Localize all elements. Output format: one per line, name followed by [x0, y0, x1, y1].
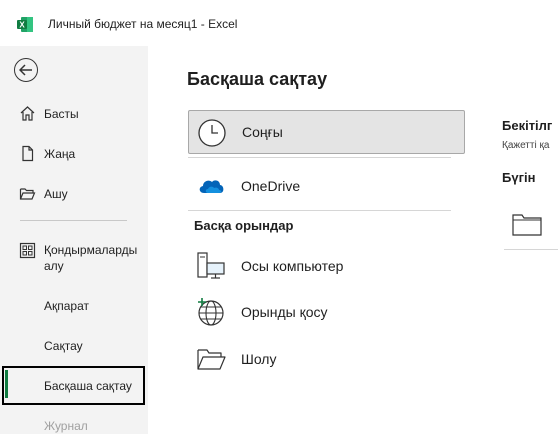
nav-item-label: Журнал [44, 419, 88, 433]
nav-divider [20, 220, 127, 221]
location-label: Осы компьютер [241, 258, 344, 274]
home-icon [20, 106, 35, 121]
backstage-nav: Басты Жаңа Ашу Қондырмаларды алу Ақпарат… [0, 46, 148, 434]
back-arrow-icon [19, 64, 32, 76]
open-folder-icon [19, 188, 36, 200]
today-heading: Бүгін [502, 170, 536, 185]
nav-item-info[interactable]: Ақпарат [0, 288, 148, 324]
nav-item-save-as[interactable]: Басқаша сақтау [2, 366, 145, 405]
folder-icon[interactable] [512, 212, 542, 236]
page-title: Басқаша сақтау [187, 69, 328, 89]
divider [188, 210, 451, 211]
window-title: Личный бюджет на месяц1 - Excel [48, 17, 238, 31]
nav-item-label: Ақпарат [44, 299, 90, 313]
nav-item-home[interactable]: Басты [0, 96, 148, 132]
location-add-place[interactable]: Орынды қосу [188, 290, 465, 334]
add-ins-icon [19, 242, 36, 259]
browse-folder-icon [197, 349, 226, 370]
nav-item-label: Басқаша сақтау [44, 378, 132, 393]
location-label: Шолу [241, 351, 277, 367]
title-bar: X Личный бюджет на месяц1 - Excel [0, 0, 558, 46]
nav-item-label: Қондырмаларды алу [44, 243, 138, 273]
this-pc-icon [197, 252, 225, 279]
nav-item-label: Сақтау [44, 339, 83, 353]
location-label: OneDrive [241, 178, 301, 194]
nav-item-new[interactable]: Жаңа [0, 136, 148, 172]
pinned-heading: Бекітілг [502, 118, 553, 133]
onedrive-cloud-icon [199, 180, 224, 193]
divider [504, 249, 558, 250]
location-recent[interactable]: Соңғы [188, 110, 465, 154]
other-places-heading: Басқа орындар [194, 218, 294, 233]
nav-item-history[interactable]: Журнал [0, 408, 148, 434]
nav-item-get-add-ins[interactable]: Қондырмаларды алу [0, 238, 148, 278]
back-button[interactable] [14, 58, 38, 82]
pinned-hint: Қажетті қа [502, 140, 550, 151]
nav-item-open[interactable]: Ашу [0, 176, 148, 212]
new-document-icon [22, 145, 34, 162]
clock-icon [198, 119, 226, 147]
nav-item-label: Жаңа [44, 147, 76, 161]
excel-icon: X [17, 17, 33, 32]
svg-text:X: X [19, 21, 25, 30]
nav-item-label: Ашу [44, 187, 68, 201]
location-label: Орынды қосу [241, 304, 328, 320]
pinned-pane: Бекітілг Қажетті қа Бүгін [502, 46, 558, 434]
location-label: Соңғы [242, 124, 283, 140]
location-browse[interactable]: Шолу [188, 337, 465, 381]
location-this-pc[interactable]: Осы компьютер [188, 244, 465, 288]
add-place-icon [198, 298, 224, 326]
divider [188, 157, 451, 158]
save-as-panel: Басқаша сақтау Соңғы OneDrive Басқа орын… [148, 46, 558, 434]
nav-item-label: Басты [44, 107, 79, 121]
location-onedrive[interactable]: OneDrive [188, 164, 465, 208]
nav-item-save[interactable]: Сақтау [0, 328, 148, 364]
